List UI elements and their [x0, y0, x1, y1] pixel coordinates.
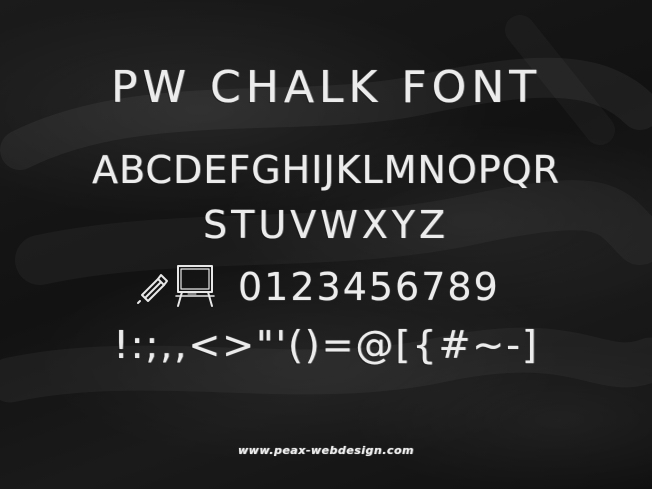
website-link[interactable]: www.peax-webdesign.com: [0, 444, 652, 457]
font-title: PW CHALK FONT: [110, 62, 542, 113]
punctuation-symbols: !:;,,<>"'()=@[{#~-]: [113, 323, 539, 367]
uppercase-letters-row-1: ABCDEFGHIJKLMNOPQR: [92, 148, 560, 192]
digits: 0123456789: [238, 265, 500, 309]
chalk-stick-icon: [136, 265, 170, 309]
chalkboard-easel-icon: [174, 262, 216, 312]
digits-row: 0123456789: [136, 262, 500, 312]
uppercase-letters-row-2: STUVWXYZ: [203, 203, 449, 247]
